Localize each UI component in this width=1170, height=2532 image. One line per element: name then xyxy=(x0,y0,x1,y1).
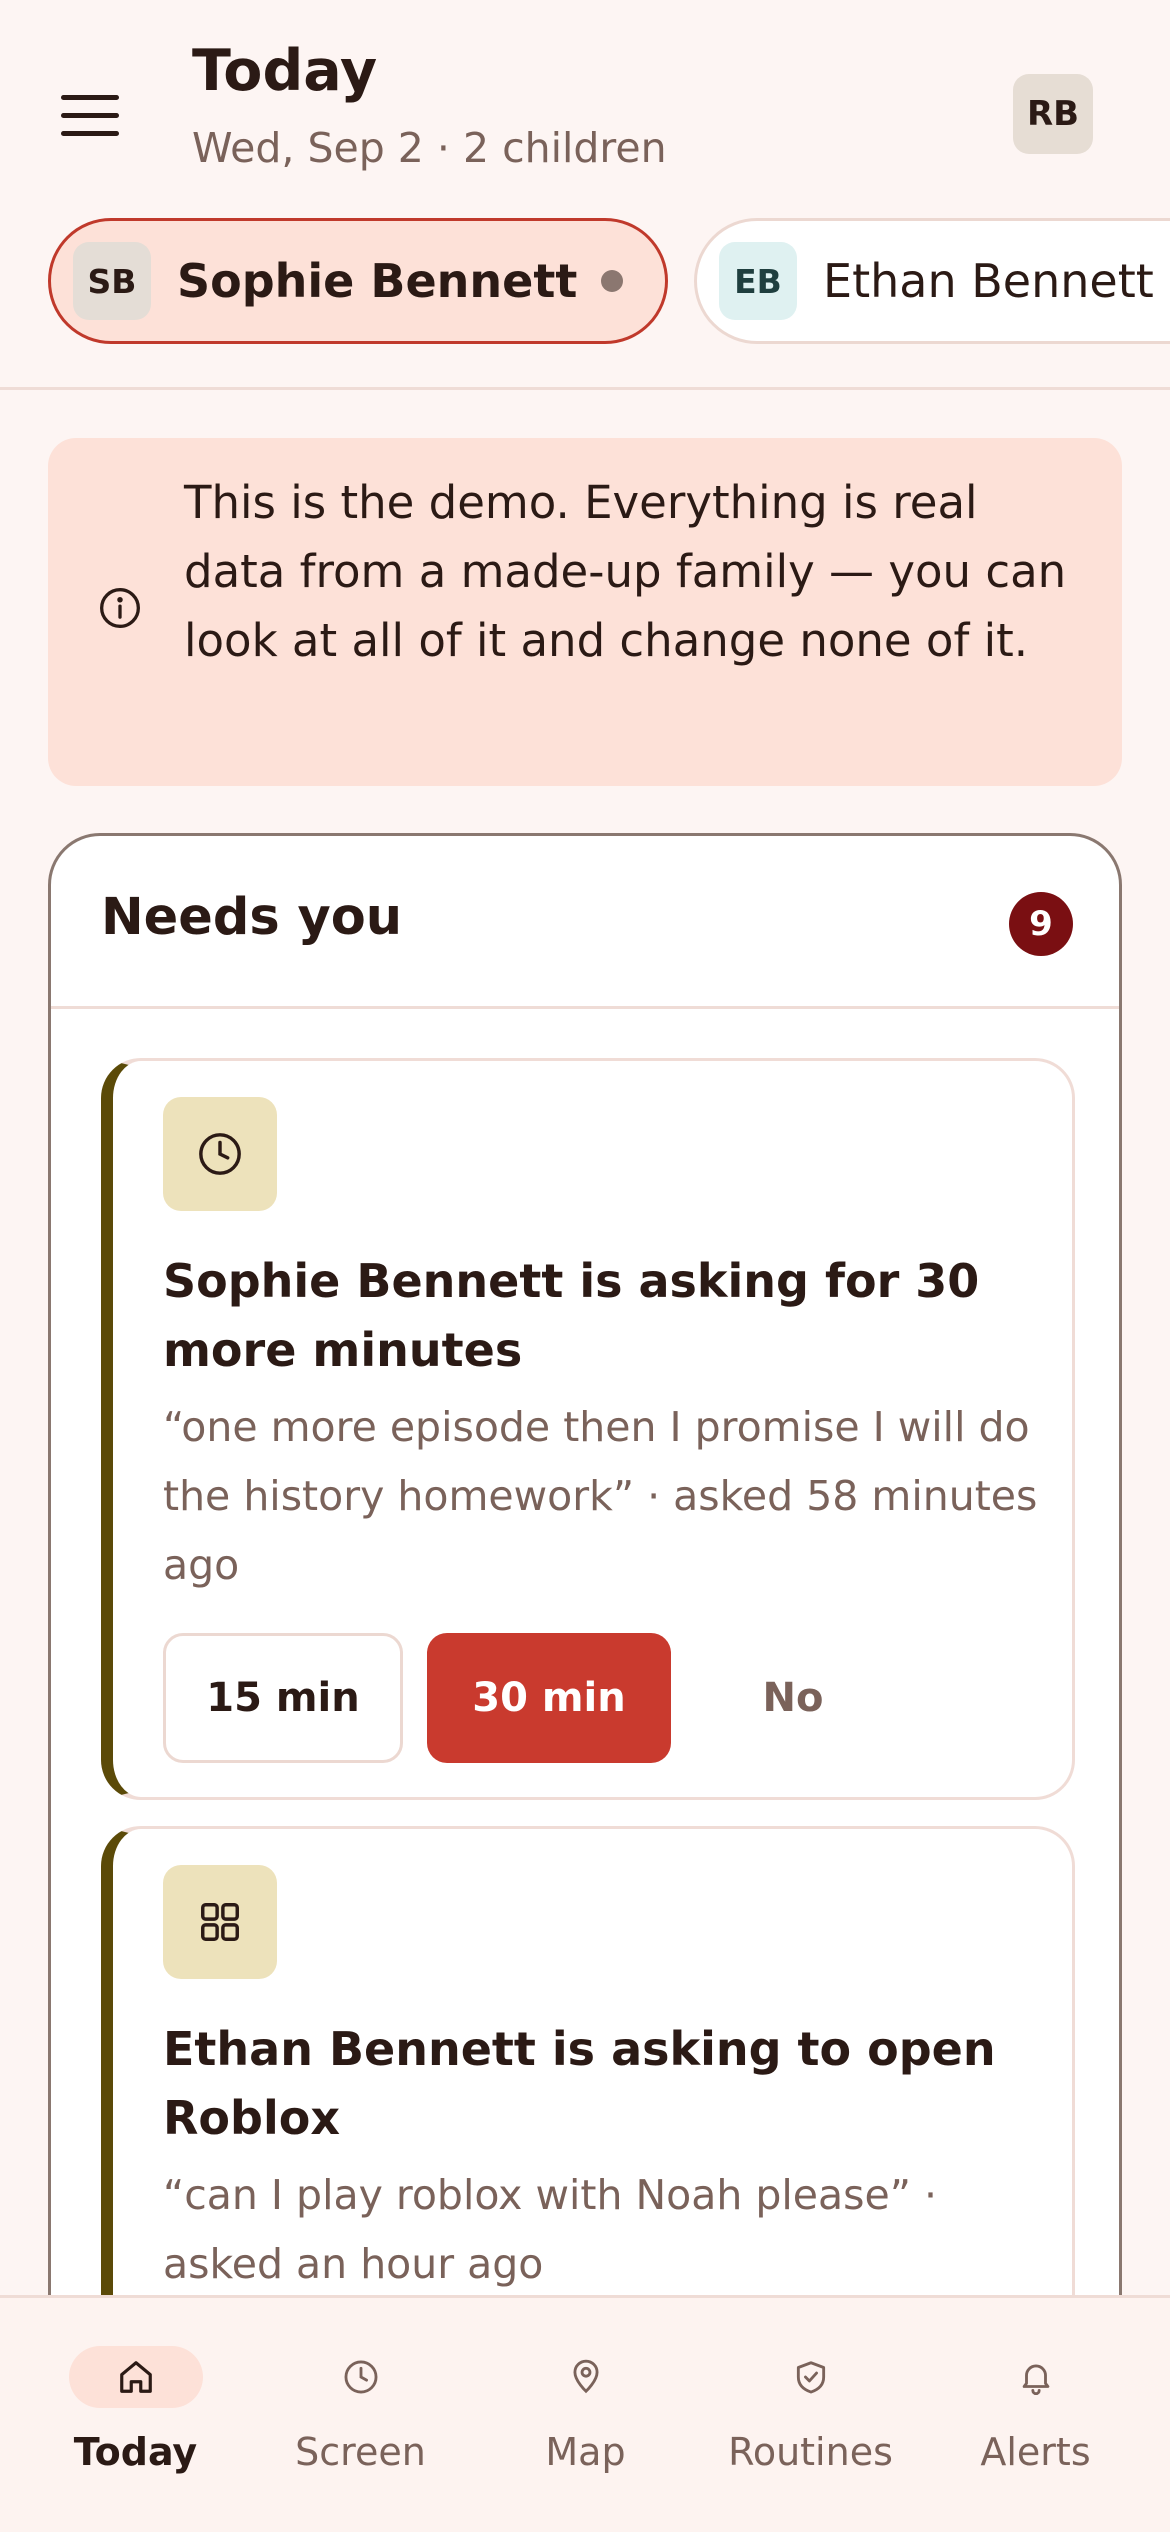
child-avatar: SB xyxy=(73,242,151,320)
page-title: Today xyxy=(192,38,378,104)
request-card: Sophie Bennett is asking for 30 more min… xyxy=(101,1058,1075,1800)
menu-icon-line xyxy=(61,130,119,136)
info-icon xyxy=(100,588,140,628)
clock-icon xyxy=(344,2360,377,2394)
bottom-nav: Today Screen Map Routines Alerts xyxy=(0,2295,1170,2532)
clock-icon xyxy=(199,1133,241,1175)
request-type-icon xyxy=(163,1097,277,1211)
bell-icon xyxy=(1022,2364,1049,2395)
nav-label: Screen xyxy=(295,2430,426,2474)
demo-banner: This is the demo. Everything is real dat… xyxy=(48,438,1122,786)
child-chip-sophie[interactable]: SB Sophie Bennett xyxy=(48,218,668,344)
request-title: Ethan Bennett is asking to open Roblox xyxy=(163,2022,996,2145)
app-header: Today Wed, Sep 2 · 2 children RB SB Soph… xyxy=(0,0,1170,390)
menu-button[interactable] xyxy=(52,80,128,150)
nav-item-today[interactable]: Today xyxy=(23,2298,248,2498)
nav-icon-bg xyxy=(969,2346,1103,2408)
request-title: Sophie Bennett is asking for 30 more min… xyxy=(163,1254,980,1377)
child-chip-ethan[interactable]: EB Ethan Bennett xyxy=(694,218,1170,344)
request-description: “one more episode then I promise I will … xyxy=(163,1403,1038,1589)
menu-icon-line xyxy=(61,94,119,100)
home-icon xyxy=(119,2361,152,2393)
menu-icon-line xyxy=(61,112,119,118)
nav-item-screen[interactable]: Screen xyxy=(248,2298,473,2498)
deny-button[interactable]: No xyxy=(695,1633,891,1763)
shield-check-icon xyxy=(796,2361,825,2394)
nav-label: Routines xyxy=(728,2430,893,2474)
child-avatar: EB xyxy=(719,242,797,320)
nav-icon-bg xyxy=(68,2346,203,2408)
nav-item-routines[interactable]: Routines xyxy=(698,2298,923,2498)
page-subtitle: Wed, Sep 2 · 2 children xyxy=(192,124,667,172)
grant-15-min-button[interactable]: 15 min xyxy=(163,1633,403,1763)
map-pin-icon xyxy=(572,2359,599,2394)
nav-icon-bg xyxy=(294,2346,428,2408)
child-selector: SB Sophie Bennett EB Ethan Bennett xyxy=(0,218,1170,348)
request-type-icon xyxy=(163,1865,277,1979)
apps-grid-icon xyxy=(201,1903,239,1941)
nav-icon-bg xyxy=(744,2346,878,2408)
grant-30-min-button[interactable]: 30 min xyxy=(427,1633,671,1763)
nav-icon-bg xyxy=(519,2346,653,2408)
child-name: Ethan Bennett xyxy=(823,254,1154,308)
nav-item-alerts[interactable]: Alerts xyxy=(923,2298,1148,2498)
panel-title: Needs you xyxy=(101,888,403,947)
nav-item-map[interactable]: Map xyxy=(473,2298,698,2498)
request-description: “can I play roblox with Noah please” · a… xyxy=(163,2171,938,2288)
user-avatar[interactable]: RB xyxy=(1013,74,1093,154)
status-dot xyxy=(601,270,624,292)
panel-header: Needs you 9 xyxy=(51,836,1119,1009)
banner-text: This is the demo. Everything is real dat… xyxy=(184,476,1067,667)
nav-label: Alerts xyxy=(980,2430,1091,2474)
count-badge: 9 xyxy=(1009,892,1073,956)
needs-you-panel: Needs you 9 Sophie Bennett is asking for… xyxy=(48,833,1122,2532)
nav-label: Today xyxy=(73,2430,198,2474)
child-name: Sophie Bennett xyxy=(177,254,578,308)
request-actions: 15 min 30 min No xyxy=(163,1633,891,1763)
nav-label: Map xyxy=(545,2430,626,2474)
